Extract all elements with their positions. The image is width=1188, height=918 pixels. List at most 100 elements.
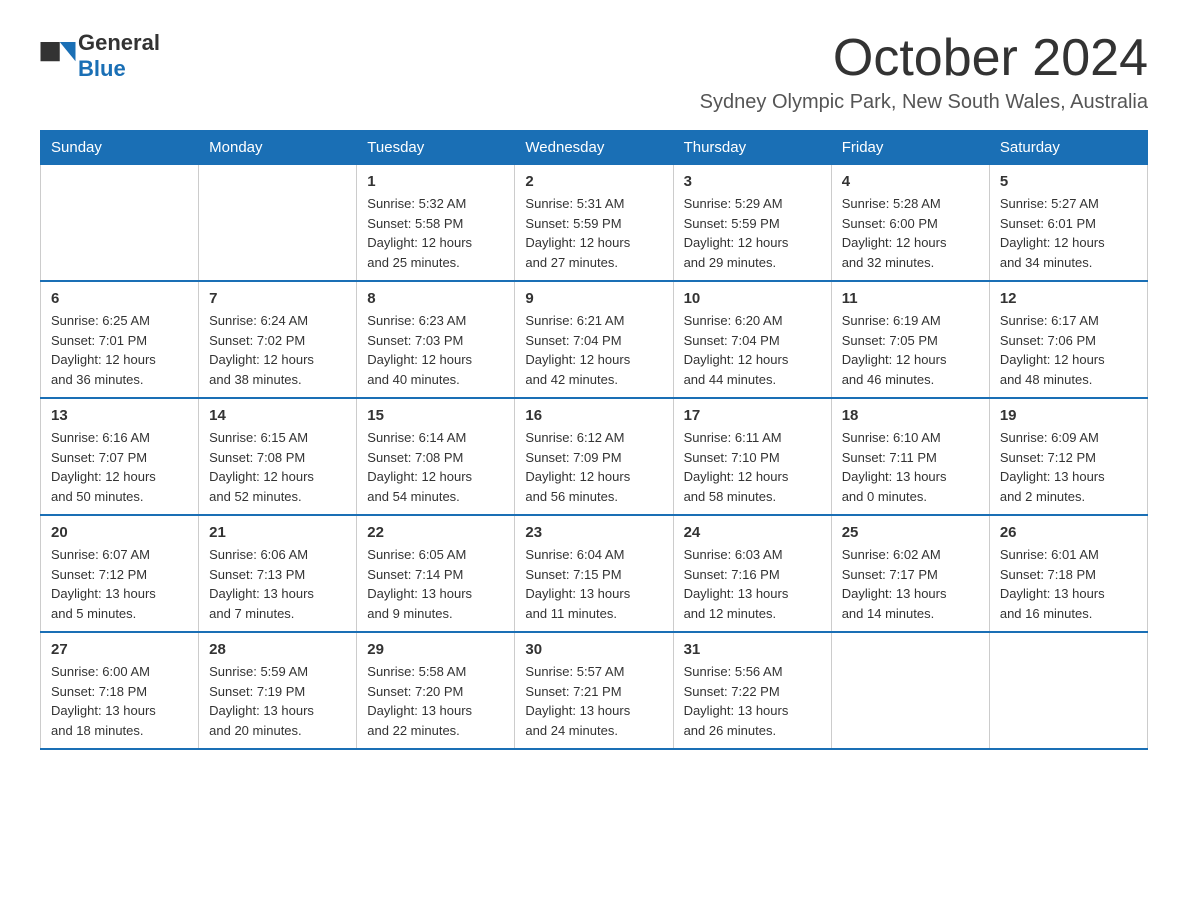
calendar-cell bbox=[989, 632, 1147, 749]
calendar-cell: 30Sunrise: 5:57 AM Sunset: 7:21 PM Dayli… bbox=[515, 632, 673, 749]
day-of-week-header: Monday bbox=[199, 131, 357, 165]
calendar-cell: 31 Sunrise: 5:56 AM Sunset: 7:22 PM Dayli… bbox=[673, 632, 831, 749]
day-info: Sunrise: 6:07 AM Sunset: 7:12 PM Dayligh… bbox=[51, 545, 188, 623]
day-of-week-header: Sunday bbox=[41, 131, 199, 165]
day-info: Sunrise: 6:03 AM Sunset: 7:16 PM Dayligh… bbox=[684, 545, 821, 623]
day-number: 11 bbox=[842, 290, 979, 307]
day-info: Sunrise: 6:14 AM Sunset: 7:08 PM Dayligh… bbox=[367, 428, 504, 506]
calendar-cell: 15 Sunrise: 6:14 AM Sunset: 7:08 PM Dayli… bbox=[357, 398, 515, 515]
title-block: October 2024 Sydney Olympic Park, New So… bbox=[700, 30, 1148, 114]
day-info: Sunrise: 6:02 AM Sunset: 7:17 PM Dayligh… bbox=[842, 545, 979, 623]
day-number: 25 bbox=[842, 524, 979, 541]
day-info: Sunrise: 5:59 AM Sunset: 7:19 PM Dayligh… bbox=[209, 662, 346, 740]
day-of-week-header: Wednesday bbox=[515, 131, 673, 165]
day-number: 8 bbox=[367, 290, 504, 307]
calendar-cell: 17 Sunrise: 6:11 AM Sunset: 7:10 PM Dayli… bbox=[673, 398, 831, 515]
calendar-cell: 19Sunrise: 6:09 AM Sunset: 7:12 PM Dayli… bbox=[989, 398, 1147, 515]
day-info: Sunrise: 5:27 AM Sunset: 6:01 PM Dayligh… bbox=[1000, 194, 1137, 272]
day-number: 9 bbox=[525, 290, 662, 307]
calendar-cell: 27 Sunrise: 6:00 AM Sunset: 7:18 PM Dayli… bbox=[41, 632, 199, 749]
day-number: 29 bbox=[367, 641, 504, 658]
day-info: Sunrise: 5:58 AM Sunset: 7:20 PM Dayligh… bbox=[367, 662, 504, 740]
day-info: Sunrise: 6:21 AM Sunset: 7:04 PM Dayligh… bbox=[525, 311, 662, 389]
calendar-week-row: 13 Sunrise: 6:16 AM Sunset: 7:07 PM Dayli… bbox=[41, 398, 1148, 515]
day-info: Sunrise: 6:04 AM Sunset: 7:15 PM Dayligh… bbox=[525, 545, 662, 623]
day-number: 18 bbox=[842, 407, 979, 424]
day-info: Sunrise: 6:01 AM Sunset: 7:18 PM Dayligh… bbox=[1000, 545, 1137, 623]
calendar-week-row: 27 Sunrise: 6:00 AM Sunset: 7:18 PM Dayli… bbox=[41, 632, 1148, 749]
calendar-cell: 23 Sunrise: 6:04 AM Sunset: 7:15 PM Dayli… bbox=[515, 515, 673, 632]
page-header: General Blue October 2024 Sydney Olympic… bbox=[40, 30, 1148, 114]
day-info: Sunrise: 6:10 AM Sunset: 7:11 PM Dayligh… bbox=[842, 428, 979, 506]
day-of-week-header: Thursday bbox=[673, 131, 831, 165]
calendar-cell: 24 Sunrise: 6:03 AM Sunset: 7:16 PM Dayli… bbox=[673, 515, 831, 632]
day-number: 21 bbox=[209, 524, 346, 541]
day-number: 26 bbox=[1000, 524, 1137, 541]
day-number: 7 bbox=[209, 290, 346, 307]
day-info: Sunrise: 6:15 AM Sunset: 7:08 PM Dayligh… bbox=[209, 428, 346, 506]
day-info: Sunrise: 6:00 AM Sunset: 7:18 PM Dayligh… bbox=[51, 662, 188, 740]
day-number: 14 bbox=[209, 407, 346, 424]
day-number: 16 bbox=[525, 407, 662, 424]
calendar-cell: 26 Sunrise: 6:01 AM Sunset: 7:18 PM Dayli… bbox=[989, 515, 1147, 632]
calendar-cell: 3 Sunrise: 5:29 AM Sunset: 5:59 PM Daylig… bbox=[673, 165, 831, 282]
calendar-week-row: 1Sunrise: 5:32 AM Sunset: 5:58 PM Daylig… bbox=[41, 165, 1148, 282]
day-number: 6 bbox=[51, 290, 188, 307]
day-of-week-header: Tuesday bbox=[357, 131, 515, 165]
day-info: Sunrise: 5:56 AM Sunset: 7:22 PM Dayligh… bbox=[684, 662, 821, 740]
day-number: 5 bbox=[1000, 173, 1137, 190]
calendar-cell: 22Sunrise: 6:05 AM Sunset: 7:14 PM Dayli… bbox=[357, 515, 515, 632]
day-number: 15 bbox=[367, 407, 504, 424]
calendar-header-row: SundayMondayTuesdayWednesdayThursdayFrid… bbox=[41, 131, 1148, 165]
calendar-cell: 5 Sunrise: 5:27 AM Sunset: 6:01 PM Daylig… bbox=[989, 165, 1147, 282]
day-info: Sunrise: 6:11 AM Sunset: 7:10 PM Dayligh… bbox=[684, 428, 821, 506]
day-number: 12 bbox=[1000, 290, 1137, 307]
month-title: October 2024 bbox=[700, 30, 1148, 87]
day-info: Sunrise: 6:16 AM Sunset: 7:07 PM Dayligh… bbox=[51, 428, 188, 506]
calendar-cell: 14 Sunrise: 6:15 AM Sunset: 7:08 PM Dayli… bbox=[199, 398, 357, 515]
calendar-cell: 18 Sunrise: 6:10 AM Sunset: 7:11 PM Dayli… bbox=[831, 398, 989, 515]
day-info: Sunrise: 6:24 AM Sunset: 7:02 PM Dayligh… bbox=[209, 311, 346, 389]
day-number: 28 bbox=[209, 641, 346, 658]
day-of-week-header: Saturday bbox=[989, 131, 1147, 165]
logo: General Blue bbox=[40, 30, 160, 82]
calendar-cell: 8Sunrise: 6:23 AM Sunset: 7:03 PM Daylig… bbox=[357, 281, 515, 398]
calendar-cell bbox=[831, 632, 989, 749]
day-info: Sunrise: 6:17 AM Sunset: 7:06 PM Dayligh… bbox=[1000, 311, 1137, 389]
calendar-cell: 7 Sunrise: 6:24 AM Sunset: 7:02 PM Daylig… bbox=[199, 281, 357, 398]
day-info: Sunrise: 5:29 AM Sunset: 5:59 PM Dayligh… bbox=[684, 194, 821, 272]
day-number: 13 bbox=[51, 407, 188, 424]
calendar-cell: 25 Sunrise: 6:02 AM Sunset: 7:17 PM Dayli… bbox=[831, 515, 989, 632]
calendar-cell: 20 Sunrise: 6:07 AM Sunset: 7:12 PM Dayli… bbox=[41, 515, 199, 632]
day-of-week-header: Friday bbox=[831, 131, 989, 165]
day-info: Sunrise: 6:20 AM Sunset: 7:04 PM Dayligh… bbox=[684, 311, 821, 389]
calendar-cell: 1Sunrise: 5:32 AM Sunset: 5:58 PM Daylig… bbox=[357, 165, 515, 282]
calendar-cell: 12 Sunrise: 6:17 AM Sunset: 7:06 PM Dayli… bbox=[989, 281, 1147, 398]
calendar-week-row: 20 Sunrise: 6:07 AM Sunset: 7:12 PM Dayli… bbox=[41, 515, 1148, 632]
calendar-cell: 2Sunrise: 5:31 AM Sunset: 5:59 PM Daylig… bbox=[515, 165, 673, 282]
day-info: Sunrise: 5:57 AM Sunset: 7:21 PM Dayligh… bbox=[525, 662, 662, 740]
calendar-cell: 6Sunrise: 6:25 AM Sunset: 7:01 PM Daylig… bbox=[41, 281, 199, 398]
day-number: 27 bbox=[51, 641, 188, 658]
logo-icon bbox=[40, 42, 76, 70]
day-info: Sunrise: 5:28 AM Sunset: 6:00 PM Dayligh… bbox=[842, 194, 979, 272]
day-number: 24 bbox=[684, 524, 821, 541]
day-number: 20 bbox=[51, 524, 188, 541]
day-number: 10 bbox=[684, 290, 821, 307]
calendar-cell: 4 Sunrise: 5:28 AM Sunset: 6:00 PM Daylig… bbox=[831, 165, 989, 282]
calendar-cell: 13 Sunrise: 6:16 AM Sunset: 7:07 PM Dayli… bbox=[41, 398, 199, 515]
logo-general-text: General bbox=[78, 30, 160, 55]
day-number: 31 bbox=[684, 641, 821, 658]
day-number: 3 bbox=[684, 173, 821, 190]
day-number: 23 bbox=[525, 524, 662, 541]
location-subtitle: Sydney Olympic Park, New South Wales, Au… bbox=[700, 91, 1148, 114]
day-number: 17 bbox=[684, 407, 821, 424]
calendar-cell bbox=[199, 165, 357, 282]
calendar-cell: 21Sunrise: 6:06 AM Sunset: 7:13 PM Dayli… bbox=[199, 515, 357, 632]
day-number: 4 bbox=[842, 173, 979, 190]
calendar-cell: 29 Sunrise: 5:58 AM Sunset: 7:20 PM Dayli… bbox=[357, 632, 515, 749]
day-number: 22 bbox=[367, 524, 504, 541]
calendar-cell: 16Sunrise: 6:12 AM Sunset: 7:09 PM Dayli… bbox=[515, 398, 673, 515]
day-number: 19 bbox=[1000, 407, 1137, 424]
calendar-cell: 11Sunrise: 6:19 AM Sunset: 7:05 PM Dayli… bbox=[831, 281, 989, 398]
